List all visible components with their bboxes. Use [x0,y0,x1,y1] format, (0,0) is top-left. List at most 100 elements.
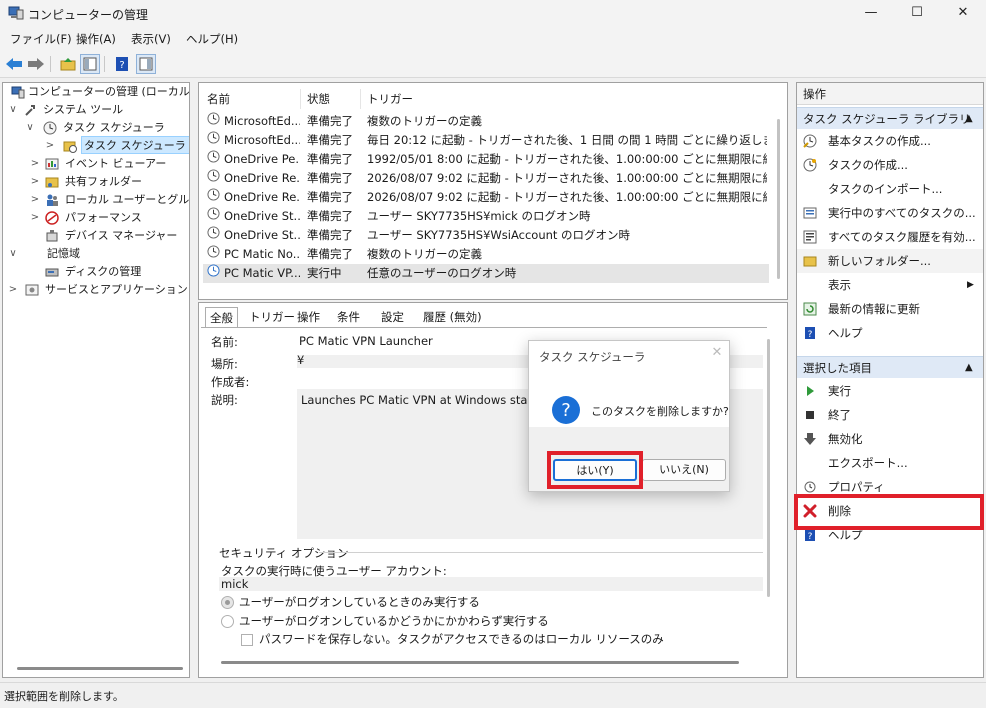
tab-general[interactable]: 全般 [205,307,238,327]
task-clock-icon [207,188,220,207]
action-import-task[interactable]: タスクのインポート... [797,177,983,201]
name-label: 名前: [211,335,238,349]
section-header-selected-item[interactable]: 選択した項目 ▲ [797,356,983,378]
expand-chevron-icon[interactable]: > [30,191,40,209]
create-task-icon [803,158,817,172]
table-row[interactable]: MicrosoftEd... 準備完了 毎日 20:12 に起動 - トリガーさ… [203,131,769,150]
details-scrollbar[interactable] [767,339,770,597]
device-manager-icon [46,230,58,242]
back-arrow-icon[interactable] [4,54,24,74]
radio-logon-any[interactable] [221,615,234,628]
table-row[interactable]: OneDrive Re... 準備完了 2026/08/07 9:02 に起動 … [203,169,769,188]
task-clock-icon [207,226,220,245]
action-help-library[interactable]: ? ヘルプ [797,321,983,345]
up-folder-icon[interactable] [58,54,78,74]
table-row[interactable]: PC Matic No... 準備完了 複数のトリガーの定義 [203,245,769,264]
expand-chevron-icon[interactable]: ∨ [25,119,35,137]
tab-conditions[interactable]: 条件 [333,307,364,327]
expand-chevron-icon[interactable]: > [30,173,40,191]
expand-chevron-icon[interactable]: ∨ [8,245,18,263]
radio-logon-any-label: ユーザーがログオンしているかどうかにかかわらず実行する [239,614,549,628]
table-row[interactable]: OneDrive St... 準備完了 ユーザー SKY7735HS¥WsiAc… [203,226,769,245]
show-hide-tree-icon[interactable] [80,54,100,74]
help-icon: ? [805,327,815,340]
action-enable-all-history[interactable]: すべてのタスク履歴を有効... [797,225,983,249]
show-hide-action-pane-icon[interactable] [136,54,156,74]
performance-icon [45,211,59,225]
maximize-button[interactable]: ☐ [894,0,940,28]
table-row[interactable]: OneDrive Re... 準備完了 2026/08/07 9:02 に起動 … [203,188,769,207]
column-header-status[interactable]: 状態 [305,89,361,109]
task-list: 名前 状態 トリガー MicrosoftEd... 準備完了 複数のトリガーの定… [198,82,788,300]
title-bar: コンピューターの管理 — ☐ ✕ [0,0,986,28]
table-row[interactable]: OneDrive Pe... 準備完了 1992/05/01 8:00 に起動 … [203,150,769,169]
action-view[interactable]: 表示 ▶ [797,273,983,297]
dialog-message: このタスクを削除しますか? [591,405,729,418]
table-row[interactable]: OneDrive St... 準備完了 ユーザー SKY7735HS¥mick … [203,207,769,226]
dialog-close-button[interactable]: ✕ [707,345,727,360]
expand-chevron-icon[interactable]: > [30,155,40,173]
expand-chevron-icon[interactable]: > [8,281,18,299]
yes-highlight-box [547,451,643,489]
tab-triggers[interactable]: トリガー [245,307,299,327]
task-list-scrollbar[interactable] [777,119,780,279]
tab-divider [201,327,767,328]
action-disable[interactable]: 無効化 [797,427,983,451]
table-row-selected[interactable]: PC Matic VP... 実行中 任意のユーザーのログオン時 [203,264,769,283]
details-horizontal-scrollbar[interactable] [221,661,739,664]
security-options-title: セキュリティ オプション [219,546,349,560]
menu-bar: ファイル(F) 操作(A) 表示(V) ヘルプ(H) [0,28,986,50]
menu-view[interactable]: 表示(V) [131,31,171,47]
table-row[interactable]: MicrosoftEd... 準備完了 複数のトリガーの定義 [203,112,769,131]
radio-logon-only-label: ユーザーがログオンしているときのみ実行する [239,595,480,609]
help-icon[interactable]: ? [112,54,132,74]
task-clock-icon [207,131,220,150]
menu-file[interactable]: ファイル(F) [10,31,72,47]
action-refresh[interactable]: 最新の情報に更新 [797,297,983,321]
tools-icon [25,105,35,116]
shared-folder-icon [45,177,59,188]
disable-icon [804,433,816,445]
tree-horizontal-scrollbar[interactable] [17,667,183,670]
action-run[interactable]: 実行 [797,379,983,403]
task-clock-icon [207,112,220,131]
refresh-icon [803,302,817,316]
toolbar-separator [104,56,105,72]
expand-chevron-icon[interactable]: > [30,209,40,227]
radio-logon-only[interactable] [221,596,234,609]
action-create-basic-task[interactable]: 基本タスクの作成... [797,129,983,153]
minimize-button[interactable]: — [848,0,894,28]
expand-chevron-icon[interactable]: > [45,137,55,155]
new-folder-icon [803,256,817,267]
action-new-folder[interactable]: 新しいフォルダー... [797,249,983,273]
close-button[interactable]: ✕ [940,0,986,28]
section-header-library[interactable]: タスク スケジューラ ライブラリ ▲ [797,107,983,129]
tab-settings[interactable]: 設定 [377,307,408,327]
disk-icon [45,268,59,277]
tab-actions[interactable]: 操作 [293,307,324,327]
column-header-trigger[interactable]: トリガー [365,89,775,109]
action-display-running-tasks[interactable]: 実行中のすべてのタスクの... [797,201,983,225]
expand-chevron-icon[interactable]: ∨ [8,101,18,119]
no-button[interactable]: いいえ(N) [642,459,726,481]
clock-icon [43,121,57,135]
window-title: コンピューターの管理 [28,8,149,22]
collapse-arrow-icon[interactable]: ▲ [965,357,973,379]
task-clock-icon [207,245,220,264]
account-field[interactable]: mick [219,577,763,591]
forward-arrow-icon[interactable] [26,54,46,74]
column-header-name[interactable]: 名前 [205,89,301,109]
checkbox-no-password[interactable] [241,634,253,646]
menu-action[interactable]: 操作(A) [76,31,116,47]
users-icon [47,194,58,206]
action-export[interactable]: エクスポート... [797,451,983,475]
status-bar: 選択範囲を削除します。 [0,682,986,708]
menu-help[interactable]: ヘルプ(H) [186,31,238,47]
computer-management-icon [8,6,24,20]
collapse-arrow-icon[interactable]: ▲ [965,108,973,130]
tab-history[interactable]: 履歴 (無効) [419,307,486,327]
svg-text:?: ? [808,532,813,542]
actions-header: 操作 [797,83,983,105]
action-end[interactable]: 終了 [797,403,983,427]
action-create-task[interactable]: タスクの作成... [797,153,983,177]
